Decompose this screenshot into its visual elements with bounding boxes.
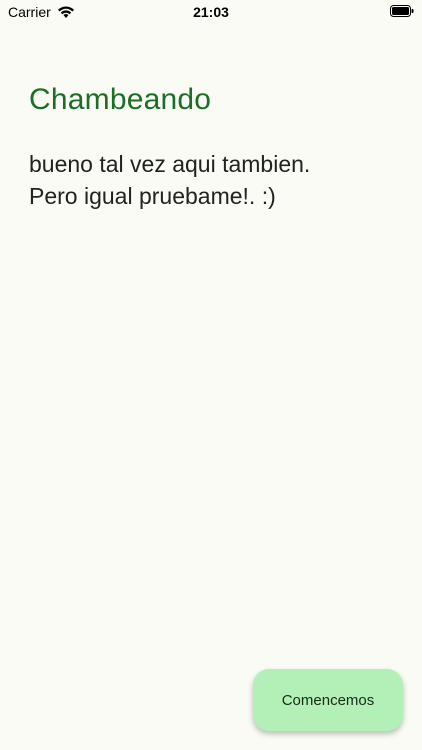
battery-icon bbox=[390, 5, 414, 17]
description-line: Pero igual pruebame!. :) bbox=[29, 183, 276, 209]
app-screen: Carrier 21:03 Chambeando bueno tal vez a… bbox=[0, 0, 422, 750]
description-text: bueno tal vez aqui tambien. Pero igual p… bbox=[29, 148, 402, 212]
main-content: Chambeando bueno tal vez aqui tambien. P… bbox=[29, 80, 402, 212]
status-time: 21:03 bbox=[193, 4, 229, 20]
description-line: bueno tal vez aqui tambien. bbox=[29, 151, 311, 177]
page-title: Chambeando bbox=[29, 83, 212, 116]
start-button[interactable]: Comencemos bbox=[253, 669, 403, 731]
status-bar: Carrier 21:03 bbox=[0, 0, 422, 24]
